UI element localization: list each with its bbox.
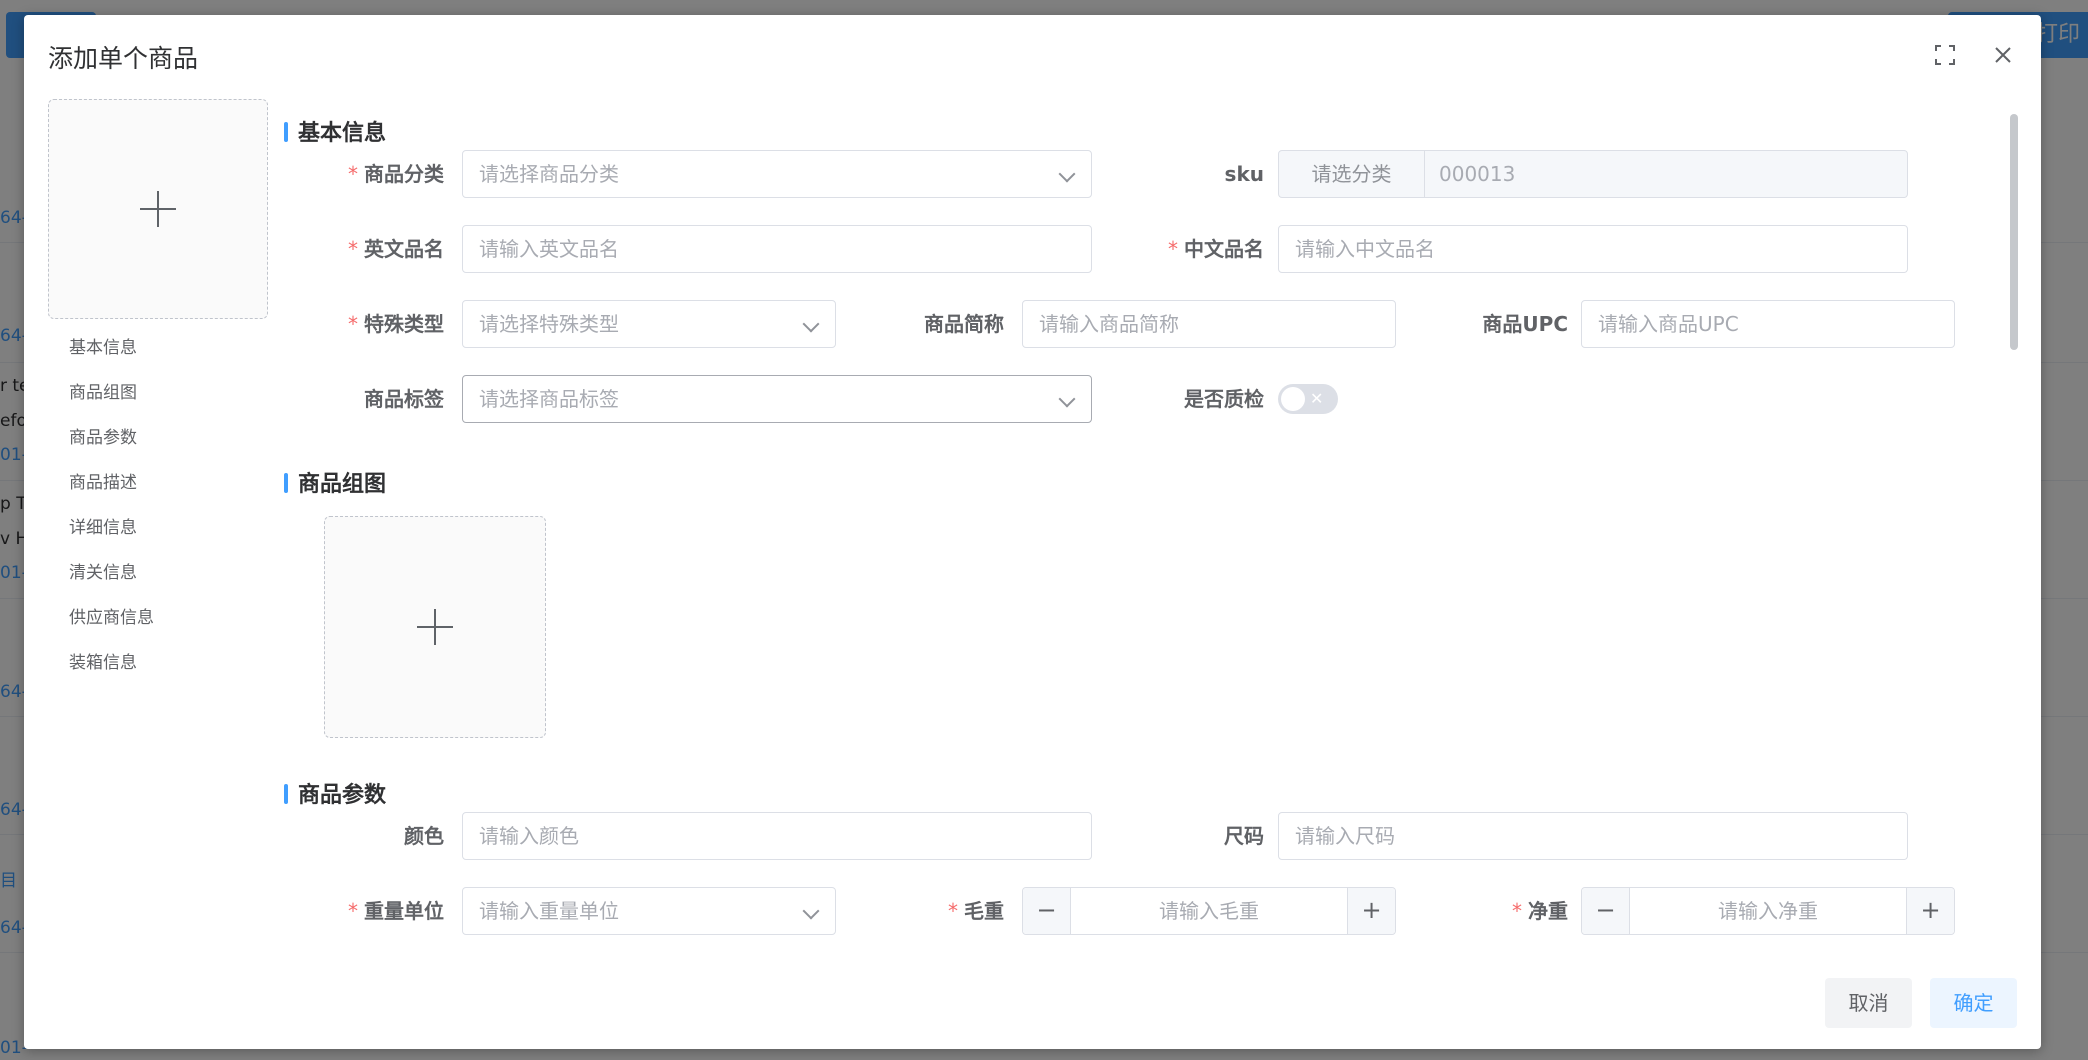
size-label: 尺码 bbox=[1224, 824, 1264, 848]
category-select[interactable]: 请选择商品分类 bbox=[462, 150, 1092, 198]
nav-item-gallery[interactable]: 商品组图 bbox=[69, 382, 154, 427]
short-name-input[interactable]: 请输入商品简称 bbox=[1022, 300, 1396, 348]
add-product-dialog: 添加单个商品 基本信息 商品组图 商品参数 商品描述 详细信息 清关信息 供应商… bbox=[24, 15, 2041, 1049]
section-title-basic: 基本信息 bbox=[284, 115, 386, 147]
gallery-image-upload[interactable] bbox=[324, 516, 546, 738]
form-content: 基本信息 * 商品分类 请选择商品分类 sku 请选分类 000013 * 英文品名… bbox=[284, 99, 2024, 969]
chevron-down-icon bbox=[1058, 390, 1076, 408]
weight-unit-label: * 重量单位 bbox=[348, 899, 444, 923]
net-weight-input[interactable]: 请输入净重 bbox=[1630, 888, 1906, 934]
nav-item-supplier[interactable]: 供应商信息 bbox=[69, 607, 154, 652]
section-title-params: 商品参数 bbox=[284, 777, 386, 809]
close-icon: ✕ bbox=[1310, 389, 1324, 408]
special-type-label: * 特殊类型 bbox=[348, 312, 444, 336]
chinese-name-label: * 中文品名 bbox=[1168, 237, 1264, 261]
nav-item-details[interactable]: 详细信息 bbox=[69, 517, 154, 562]
select-category-button[interactable]: 请选分类 bbox=[1279, 151, 1425, 197]
chevron-down-icon bbox=[1058, 165, 1076, 183]
chevron-down-icon bbox=[802, 902, 820, 920]
cancel-button[interactable]: 取消 bbox=[1825, 978, 1912, 1028]
gross-weight-input[interactable]: 请输入毛重 bbox=[1071, 888, 1347, 934]
color-input[interactable]: 请输入颜色 bbox=[462, 812, 1092, 860]
sku-input-group: 请选分类 000013 bbox=[1278, 150, 1908, 198]
tags-select[interactable]: 请选择商品标签 bbox=[462, 375, 1092, 423]
nav-item-customs[interactable]: 清关信息 bbox=[69, 562, 154, 607]
english-name-label: * 英文品名 bbox=[348, 237, 444, 261]
sku-label: sku bbox=[1224, 162, 1264, 186]
section-anchor-nav: 基本信息 商品组图 商品参数 商品描述 详细信息 清关信息 供应商信息 装箱信息 bbox=[69, 337, 154, 697]
gross-weight-label: * 毛重 bbox=[948, 899, 1004, 923]
section-title-gallery: 商品组图 bbox=[284, 466, 386, 498]
decrement-button[interactable]: − bbox=[1582, 888, 1630, 934]
category-label: * 商品分类 bbox=[348, 162, 444, 186]
weight-unit-select[interactable]: 请输入重量单位 bbox=[462, 887, 836, 935]
plus-icon bbox=[417, 609, 453, 645]
special-type-select[interactable]: 请选择特殊类型 bbox=[462, 300, 836, 348]
scrollbar-thumb[interactable] bbox=[2010, 114, 2018, 350]
nav-item-description[interactable]: 商品描述 bbox=[69, 472, 154, 517]
nav-item-packing[interactable]: 装箱信息 bbox=[69, 652, 154, 697]
short-name-label: 商品简称 bbox=[924, 312, 1004, 336]
plus-icon bbox=[140, 191, 176, 227]
sku-value: 000013 bbox=[1439, 162, 1516, 186]
section-accent-bar bbox=[284, 784, 288, 804]
net-weight-stepper: − 请输入净重 + bbox=[1581, 887, 1955, 935]
main-image-upload[interactable] bbox=[48, 99, 268, 319]
increment-button[interactable]: + bbox=[1906, 888, 1954, 934]
dialog-title: 添加单个商品 bbox=[48, 44, 199, 73]
close-icon[interactable] bbox=[1991, 43, 2015, 67]
chevron-down-icon bbox=[802, 315, 820, 333]
confirm-button[interactable]: 确定 bbox=[1930, 978, 2017, 1028]
content-scrollbar[interactable] bbox=[2009, 99, 2019, 969]
section-accent-bar bbox=[284, 473, 288, 493]
size-input[interactable]: 请输入尺码 bbox=[1278, 812, 1908, 860]
decrement-button[interactable]: − bbox=[1023, 888, 1071, 934]
section-accent-bar bbox=[284, 122, 288, 142]
tags-label: 商品标签 bbox=[364, 387, 444, 411]
gross-weight-stepper: − 请输入毛重 + bbox=[1022, 887, 1396, 935]
increment-button[interactable]: + bbox=[1347, 888, 1395, 934]
qc-toggle[interactable]: ✕ bbox=[1278, 384, 1338, 414]
color-label: 颜色 bbox=[404, 824, 444, 848]
toggle-knob bbox=[1281, 387, 1305, 411]
fullscreen-icon[interactable] bbox=[1935, 45, 1955, 65]
qc-label: 是否质检 bbox=[1184, 387, 1264, 411]
english-name-input[interactable]: 请输入英文品名 bbox=[462, 225, 1092, 273]
upc-input[interactable]: 请输入商品UPC bbox=[1581, 300, 1955, 348]
upc-label: 商品UPC bbox=[1482, 312, 1568, 336]
nav-item-params[interactable]: 商品参数 bbox=[69, 427, 154, 472]
net-weight-label: * 净重 bbox=[1512, 899, 1568, 923]
nav-item-basic-info[interactable]: 基本信息 bbox=[69, 337, 154, 382]
chinese-name-input[interactable]: 请输入中文品名 bbox=[1278, 225, 1908, 273]
